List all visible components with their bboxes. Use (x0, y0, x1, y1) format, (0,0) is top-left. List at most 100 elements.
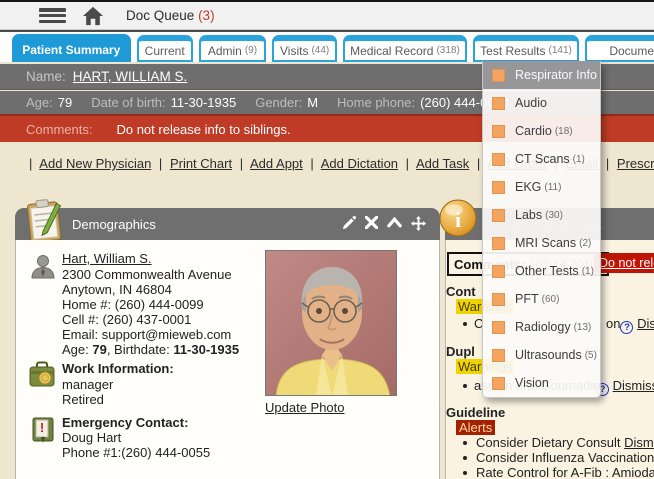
bullet-dot (463, 456, 467, 460)
work-briefcase-icon (28, 361, 56, 388)
dismiss-link-1[interactable]: Dismiss (637, 316, 654, 331)
add-appt-link[interactable]: Add Appt (250, 156, 303, 171)
update-photo-link[interactable]: Update Photo (265, 400, 345, 415)
test-results-dropdown-menu: Respirator Info Audio Cardio (18) CT Sca… (482, 61, 601, 398)
menu-item-other-tests[interactable]: Other Tests (1) (483, 257, 600, 285)
menu-item-respirator-info[interactable]: Respirator Info (483, 61, 600, 89)
tab-medical-record[interactable]: Medical Record (318) (343, 35, 466, 62)
tab-count: (9) (245, 45, 257, 56)
hamburger-menu-icon[interactable] (39, 8, 66, 23)
menu-item-labs[interactable]: Labs (30) (483, 201, 600, 229)
menu-item-audio[interactable]: Audio (483, 89, 600, 117)
doc-queue-link[interactable]: Doc Queue (3) (126, 8, 215, 23)
guideline-item-3: Rate Control for A-Fib : Amiodarone (476, 465, 654, 479)
collapse-chevron-up-icon[interactable] (387, 216, 402, 229)
menu-item-count: (13) (574, 322, 592, 333)
menu-item-label: Ultrasounds (515, 348, 582, 362)
menu-item-label: PFT (515, 292, 539, 306)
age-value: 79 (58, 95, 72, 110)
menu-item-label: Radiology (515, 320, 571, 334)
link-separator: | (606, 156, 609, 171)
menu-item-vision[interactable]: Vision (483, 369, 600, 397)
dismiss-link-3[interactable]: Dismiss (624, 435, 654, 450)
info-icon: i (438, 198, 478, 238)
dismiss-link-2[interactable]: Dismiss (613, 378, 654, 393)
prescribe-link[interactable]: Prescribe (617, 156, 654, 171)
home-phone-line: Home #: (260) 444-0099 (62, 297, 204, 312)
orange-square-icon (492, 293, 505, 306)
link-separator: | (406, 156, 409, 171)
patient-name-detail-link[interactable]: Hart, William S. (62, 251, 152, 266)
alerts-tag: Alerts (456, 420, 495, 435)
menu-item-label: Cardio (515, 124, 552, 138)
close-x-icon[interactable] (365, 216, 378, 229)
do-not-release-badge[interactable]: Do not release info to siblings. (594, 253, 654, 273)
orange-square-icon (492, 237, 505, 250)
gender-label: Gender: (255, 95, 302, 110)
top-bar: Doc Queue (3) (0, 2, 654, 30)
work-line-retired: Retired (62, 392, 104, 407)
menu-item-count: (30) (545, 210, 563, 221)
menu-item-pft[interactable]: PFT (60) (483, 285, 600, 313)
orange-square-icon (492, 265, 505, 278)
add-new-physician-link[interactable]: Add New Physician (39, 156, 151, 171)
dob-label: Date of birth: (91, 95, 165, 110)
link-separator: | (310, 156, 313, 171)
menu-item-ekg[interactable]: EKG (11) (483, 173, 600, 201)
menu-item-label: Labs (515, 208, 542, 222)
orange-square-icon (492, 181, 505, 194)
dob-value: 11-30-1935 (171, 95, 237, 110)
menu-item-mri-scans[interactable]: MRI Scans (2) (483, 229, 600, 257)
clipboard-icon (22, 197, 66, 245)
tab-admin[interactable]: Admin (9) (199, 35, 266, 62)
warning-item-2-end: ? Dismiss (596, 378, 654, 396)
menu-item-ct-scans[interactable]: CT Scans (1) (483, 145, 600, 173)
tab-count: (318) (436, 45, 459, 56)
tab-count: (141) (549, 45, 572, 56)
tab-count: (44) (311, 45, 329, 56)
move-handle-icon[interactable] (411, 216, 426, 231)
tab-test-results[interactable]: Test Results (141) (473, 35, 580, 62)
edit-pencil-icon[interactable] (341, 216, 356, 231)
orange-square-icon (492, 97, 505, 110)
menu-item-count: (18) (555, 126, 573, 137)
patient-photo (265, 250, 397, 396)
gender-value: M (307, 95, 318, 110)
emergency-contact-phone: Phone #1:(260) 444-0055 (62, 445, 210, 460)
tab-current[interactable]: Current (137, 35, 193, 62)
tab-label: Test Results (480, 44, 545, 58)
orange-square-icon (492, 321, 505, 334)
guideline-item-2: Consider Influenza Vaccination (476, 450, 654, 465)
menu-item-label: Other Tests (515, 264, 579, 278)
doc-queue-count: (3) (198, 8, 215, 23)
bullet-dot (463, 322, 467, 326)
link-separator: | (240, 156, 243, 171)
tab-patient-summary[interactable]: Patient Summary (12, 34, 131, 62)
svg-text:i: i (455, 207, 461, 232)
orange-square-icon (492, 125, 505, 138)
patient-name-link[interactable]: HART, WILLIAM S. (73, 69, 188, 84)
tab-label: Current (145, 44, 185, 58)
question-help-icon[interactable]: ? (620, 321, 633, 334)
bullet-dot (463, 471, 467, 475)
orange-square-icon (492, 69, 505, 82)
print-chart-link[interactable]: Print Chart (170, 156, 232, 171)
tab-documents[interactable]: Documents (585, 35, 654, 62)
age-label: Age: (26, 95, 53, 110)
menu-item-label: MRI Scans (515, 236, 576, 250)
email-line: Email: support@mieweb.com (62, 327, 231, 342)
menu-item-cardio[interactable]: Cardio (18) (483, 117, 600, 145)
menu-item-count: (1) (582, 266, 594, 277)
home-icon[interactable] (82, 6, 104, 26)
menu-item-count: (60) (542, 294, 560, 305)
patient-avatar-icon (30, 253, 56, 279)
tab-visits[interactable]: Visits (44) (272, 35, 337, 62)
comments-text: Do not release info to siblings. (116, 122, 290, 137)
add-dictation-link[interactable]: Add Dictation (321, 156, 398, 171)
menu-item-radiology[interactable]: Radiology (13) (483, 313, 600, 341)
birthdate-value: 11-30-1935 (173, 342, 239, 357)
contraindications-heading: Cont (446, 284, 476, 299)
name-label: Name: (26, 69, 66, 84)
add-task-link[interactable]: Add Task (416, 156, 469, 171)
menu-item-ultrasounds[interactable]: Ultrasounds (5) (483, 341, 600, 369)
